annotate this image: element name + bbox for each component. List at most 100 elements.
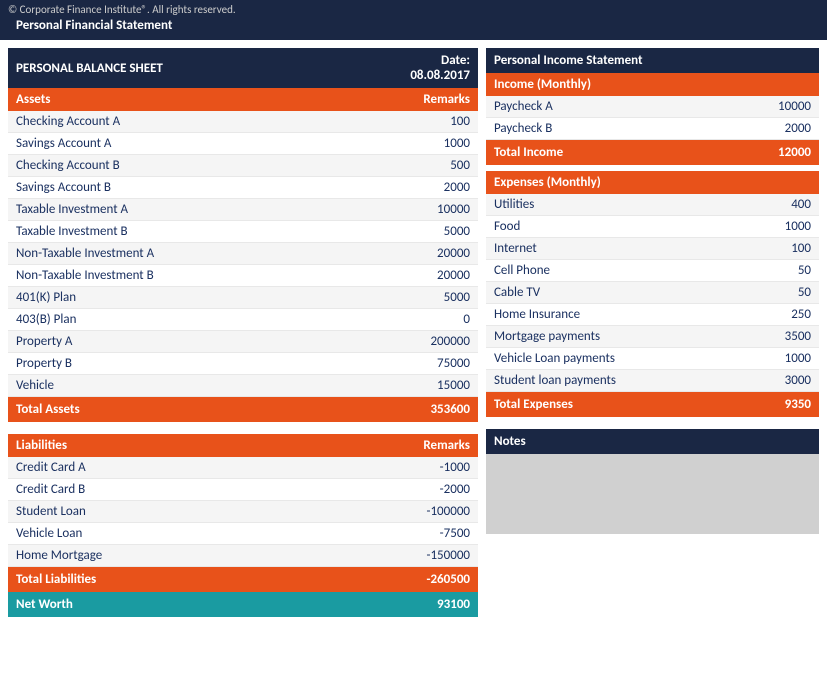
total-income-row: Total Income 12000 — [486, 140, 819, 166]
left-panel: PERSONAL BALANCE SHEET Date: 08.08.2017 … — [8, 48, 478, 629]
assets-column-header: Assets Remarks — [8, 88, 478, 111]
income-statement-header: Personal Income Statement — [486, 48, 819, 73]
total-liabilities-row: Total Liabilities -260500 — [8, 567, 478, 593]
expenses-monthly-label: Expenses (Monthly) — [486, 171, 819, 194]
expense-row: Internet 100 — [486, 238, 819, 260]
asset-value: 5000 — [398, 221, 478, 243]
liability-row: Vehicle Loan -7500 — [8, 523, 478, 545]
liabilities-col-label: Liabilities — [8, 434, 398, 457]
expense-item-name: Internet — [486, 238, 739, 260]
asset-value: 1000 — [398, 133, 478, 155]
asset-value: 15000 — [398, 375, 478, 397]
notes-body — [486, 454, 819, 534]
total-income-label: Total Income — [486, 140, 739, 166]
asset-value: 200000 — [398, 331, 478, 353]
income-item-value: 2000 — [739, 118, 819, 140]
balance-sheet-title: PERSONAL BALANCE SHEET — [8, 48, 398, 88]
expense-item-name: Home Insurance — [486, 304, 739, 326]
liability-row: Credit Card B -2000 — [8, 479, 478, 501]
expense-item-value: 50 — [739, 260, 819, 282]
asset-value: 500 — [398, 155, 478, 177]
total-assets-label: Total Assets — [8, 397, 398, 423]
total-expenses-row: Total Expenses 9350 — [486, 392, 819, 418]
asset-row: 401(K) Plan 5000 — [8, 287, 478, 309]
asset-row: Savings Account B 2000 — [8, 177, 478, 199]
total-assets-value: 353600 — [398, 397, 478, 423]
asset-row: Taxable Investment A 10000 — [8, 199, 478, 221]
expense-item-name: Utilities — [486, 194, 739, 216]
app-title: Personal Financial Statement — [8, 16, 819, 37]
expense-row: Cable TV 50 — [486, 282, 819, 304]
liability-name: Vehicle Loan — [8, 523, 398, 545]
asset-value: 2000 — [398, 177, 478, 199]
asset-name: Checking Account A — [8, 111, 398, 133]
asset-value: 5000 — [398, 287, 478, 309]
asset-value: 20000 — [398, 243, 478, 265]
liability-name: Credit Card A — [8, 457, 398, 479]
expense-row: Vehicle Loan payments 1000 — [486, 348, 819, 370]
liability-name: Student Loan — [8, 501, 398, 523]
expense-row: Utilities 400 — [486, 194, 819, 216]
expense-row: Student loan payments 3000 — [486, 370, 819, 392]
income-statement-title: Personal Income Statement — [486, 48, 819, 73]
expense-item-value: 100 — [739, 238, 819, 260]
expense-row: Cell Phone 50 — [486, 260, 819, 282]
notes-header: Notes — [486, 429, 819, 454]
assets-section: PERSONAL BALANCE SHEET Date: 08.08.2017 … — [8, 48, 478, 422]
liabilities-table: Liabilities Remarks Credit Card A -1000 … — [8, 434, 478, 617]
expense-row: Food 1000 — [486, 216, 819, 238]
expense-item-value: 1000 — [739, 348, 819, 370]
expense-item-value: 250 — [739, 304, 819, 326]
notes-table: Notes — [486, 429, 819, 534]
asset-value: 0 — [398, 309, 478, 331]
expense-item-name: Cable TV — [486, 282, 739, 304]
liability-name: Credit Card B — [8, 479, 398, 501]
income-item-name: Paycheck A — [486, 96, 739, 118]
asset-row: Checking Account B 500 — [8, 155, 478, 177]
income-monthly-label: Income (Monthly) — [486, 73, 819, 96]
total-assets-row: Total Assets 353600 — [8, 397, 478, 423]
liability-value: -2000 — [398, 479, 478, 501]
asset-name: Property B — [8, 353, 398, 375]
total-liabilities-label: Total Liabilities — [8, 567, 398, 593]
asset-row: Checking Account A 100 — [8, 111, 478, 133]
notes-content[interactable] — [486, 454, 819, 534]
expenses-monthly-header: Expenses (Monthly) — [486, 171, 819, 194]
asset-value: 10000 — [398, 199, 478, 221]
expense-item-name: Student loan payments — [486, 370, 739, 392]
expense-item-name: Vehicle Loan payments — [486, 348, 739, 370]
income-statement-table: Personal Income Statement Income (Monthl… — [486, 48, 819, 417]
expense-row: Mortgage payments 3500 — [486, 326, 819, 348]
liability-name: Home Mortgage — [8, 545, 398, 567]
liabilities-section: Liabilities Remarks Credit Card A -1000 … — [8, 434, 478, 617]
asset-value: 20000 — [398, 265, 478, 287]
asset-name: Taxable Investment A — [8, 199, 398, 221]
remarks-col-label: Remarks — [398, 88, 478, 111]
income-row: Paycheck A 10000 — [486, 96, 819, 118]
asset-name: Non-Taxable Investment A — [8, 243, 398, 265]
expense-item-value: 3000 — [739, 370, 819, 392]
asset-name: Savings Account A — [8, 133, 398, 155]
expense-item-name: Mortgage payments — [486, 326, 739, 348]
asset-name: Property A — [8, 331, 398, 353]
income-row: Paycheck B 2000 — [486, 118, 819, 140]
income-monthly-header: Income (Monthly) — [486, 73, 819, 96]
total-expenses-label: Total Expenses — [486, 392, 739, 418]
asset-name: 401(K) Plan — [8, 287, 398, 309]
liability-row: Home Mortgage -150000 — [8, 545, 478, 567]
income-item-name: Paycheck B — [486, 118, 739, 140]
balance-sheet-header: PERSONAL BALANCE SHEET Date: 08.08.2017 — [8, 48, 478, 88]
asset-row: Property A 200000 — [8, 331, 478, 353]
expense-item-name: Cell Phone — [486, 260, 739, 282]
copyright-text: © Corporate Finance Institute®. All righ… — [8, 3, 819, 16]
asset-value: 75000 — [398, 353, 478, 375]
expense-item-value: 400 — [739, 194, 819, 216]
asset-name: Non-Taxable Investment B — [8, 265, 398, 287]
liability-value: -150000 — [398, 545, 478, 567]
liability-row: Student Loan -100000 — [8, 501, 478, 523]
expense-item-value: 50 — [739, 282, 819, 304]
asset-row: Property B 75000 — [8, 353, 478, 375]
liability-row: Credit Card A -1000 — [8, 457, 478, 479]
asset-row: Non-Taxable Investment A 20000 — [8, 243, 478, 265]
assets-table: PERSONAL BALANCE SHEET Date: 08.08.2017 … — [8, 48, 478, 422]
